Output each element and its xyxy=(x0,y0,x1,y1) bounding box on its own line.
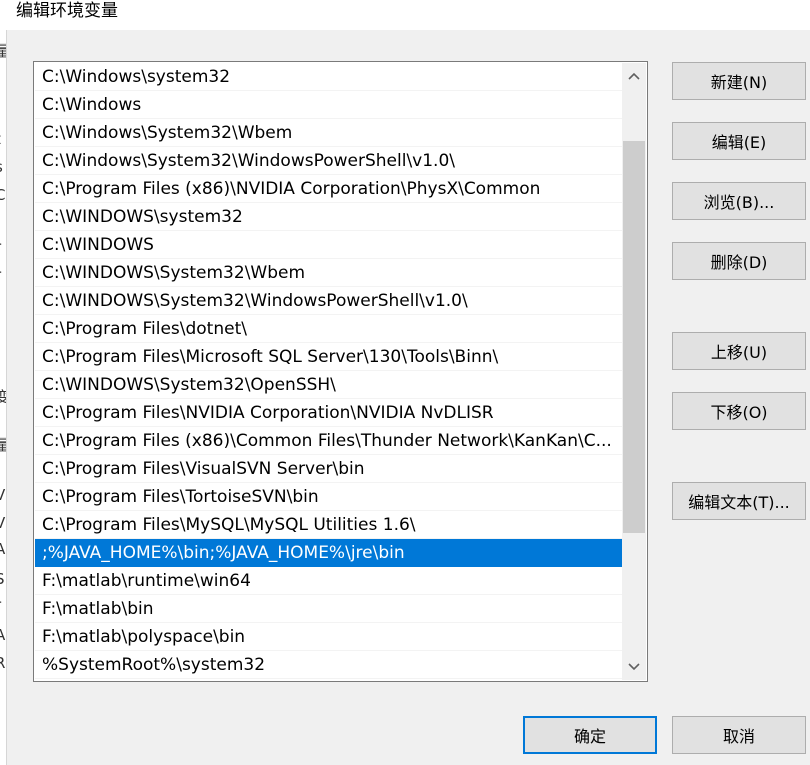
path-list-item[interactable]: C:\Windows\system32 xyxy=(35,63,622,91)
path-list-item[interactable]: C:\Program Files\VisualSVN Server\bin xyxy=(35,455,622,483)
path-list-item[interactable]: C:\Program Files\MySQL\MySQL Utilities 1… xyxy=(35,511,622,539)
path-list-item[interactable]: C:\WINDOWS xyxy=(35,231,622,259)
background-window-strip: 量itsCrr变量VVASrAR xyxy=(0,30,7,765)
background-text-fragment: 变 xyxy=(0,386,6,407)
path-list-item[interactable]: F:\matlab\polyspace\bin xyxy=(35,623,622,651)
background-text-fragment: S xyxy=(0,570,5,588)
path-list-item[interactable]: C:\Windows\System32\WindowsPowerShell\v1… xyxy=(35,147,622,175)
background-text-fragment: A xyxy=(0,540,5,558)
path-list-item[interactable]: C:\Program Files (x86)\Common Files\Thun… xyxy=(35,427,622,455)
path-list-item[interactable]: C:\WINDOWS\System32\Wbem xyxy=(35,259,622,287)
edit-button[interactable]: 编辑(E) xyxy=(672,122,806,160)
background-text-fragment: s xyxy=(0,158,3,176)
scroll-up-arrow[interactable] xyxy=(622,63,646,89)
path-list-item[interactable]: %SystemRoot%\system32 xyxy=(35,651,622,679)
path-list-item[interactable]: C:\Windows\System32\Wbem xyxy=(35,119,622,147)
path-list-item[interactable]: C:\Windows xyxy=(35,91,622,119)
title-bar: 编辑环境变量 xyxy=(0,0,810,30)
path-rows: C:\Windows\system32 C:\Windows C:\Windows\… xyxy=(35,63,622,679)
background-text-fragment: A xyxy=(0,626,5,644)
background-text-fragment: t xyxy=(0,130,1,148)
chevron-down-icon xyxy=(628,663,640,671)
background-text-fragment: r xyxy=(0,238,1,256)
path-list-item[interactable]: F:\matlab\runtime\win64 xyxy=(35,567,622,595)
move-down-button[interactable]: 下移(O) xyxy=(672,392,806,430)
path-list-item[interactable]: F:\matlab\bin xyxy=(35,595,622,623)
path-list-item[interactable]: C:\Program Files (x86)\NVIDIA Corporatio… xyxy=(35,175,622,203)
vertical-scrollbar[interactable] xyxy=(622,63,646,680)
path-list[interactable]: C:\Windows\system32 C:\Windows C:\Windows\… xyxy=(33,61,648,682)
background-text-fragment: r xyxy=(0,596,1,614)
move-up-button[interactable]: 上移(U) xyxy=(672,332,806,370)
window-title: 编辑环境变量 xyxy=(16,1,118,21)
new-button[interactable]: 新建(N) xyxy=(672,62,806,100)
ok-button[interactable]: 确定 xyxy=(523,716,657,754)
scrollbar-thumb[interactable] xyxy=(623,141,645,533)
path-list-item[interactable]: C:\Program Files\NVIDIA Corporation\NVID… xyxy=(35,399,622,427)
scroll-down-arrow[interactable] xyxy=(622,654,646,680)
delete-button[interactable]: 删除(D) xyxy=(672,242,806,280)
cancel-button[interactable]: 取消 xyxy=(672,716,806,754)
path-list-item[interactable]: C:\Program Files\Microsoft SQL Server\13… xyxy=(35,343,622,371)
background-text-fragment: 量 xyxy=(0,40,6,61)
background-text-fragment: 量 xyxy=(0,434,6,455)
background-text-fragment: r xyxy=(0,266,1,284)
path-list-item[interactable]: ;%JAVA_HOME%\bin;%JAVA_HOME%\jre\bin xyxy=(35,539,622,567)
edit-text-button[interactable]: 编辑文本(T)... xyxy=(672,482,806,520)
background-text-fragment: V xyxy=(0,514,5,532)
path-list-item[interactable]: C:\WINDOWS\System32\OpenSSH\ xyxy=(35,371,622,399)
background-text-fragment: V xyxy=(0,486,5,504)
browse-button[interactable]: 浏览(B)... xyxy=(672,182,806,220)
path-list-item[interactable]: C:\WINDOWS\system32 xyxy=(35,203,622,231)
background-text-fragment: C xyxy=(0,186,5,204)
path-list-item[interactable]: C:\WINDOWS\System32\WindowsPowerShell\v1… xyxy=(35,287,622,315)
path-list-item[interactable]: C:\Program Files\dotnet\ xyxy=(35,315,622,343)
path-list-item[interactable]: C:\Program Files\TortoiseSVN\bin xyxy=(35,483,622,511)
chevron-up-icon xyxy=(628,72,640,80)
background-text-fragment: R xyxy=(0,654,5,672)
